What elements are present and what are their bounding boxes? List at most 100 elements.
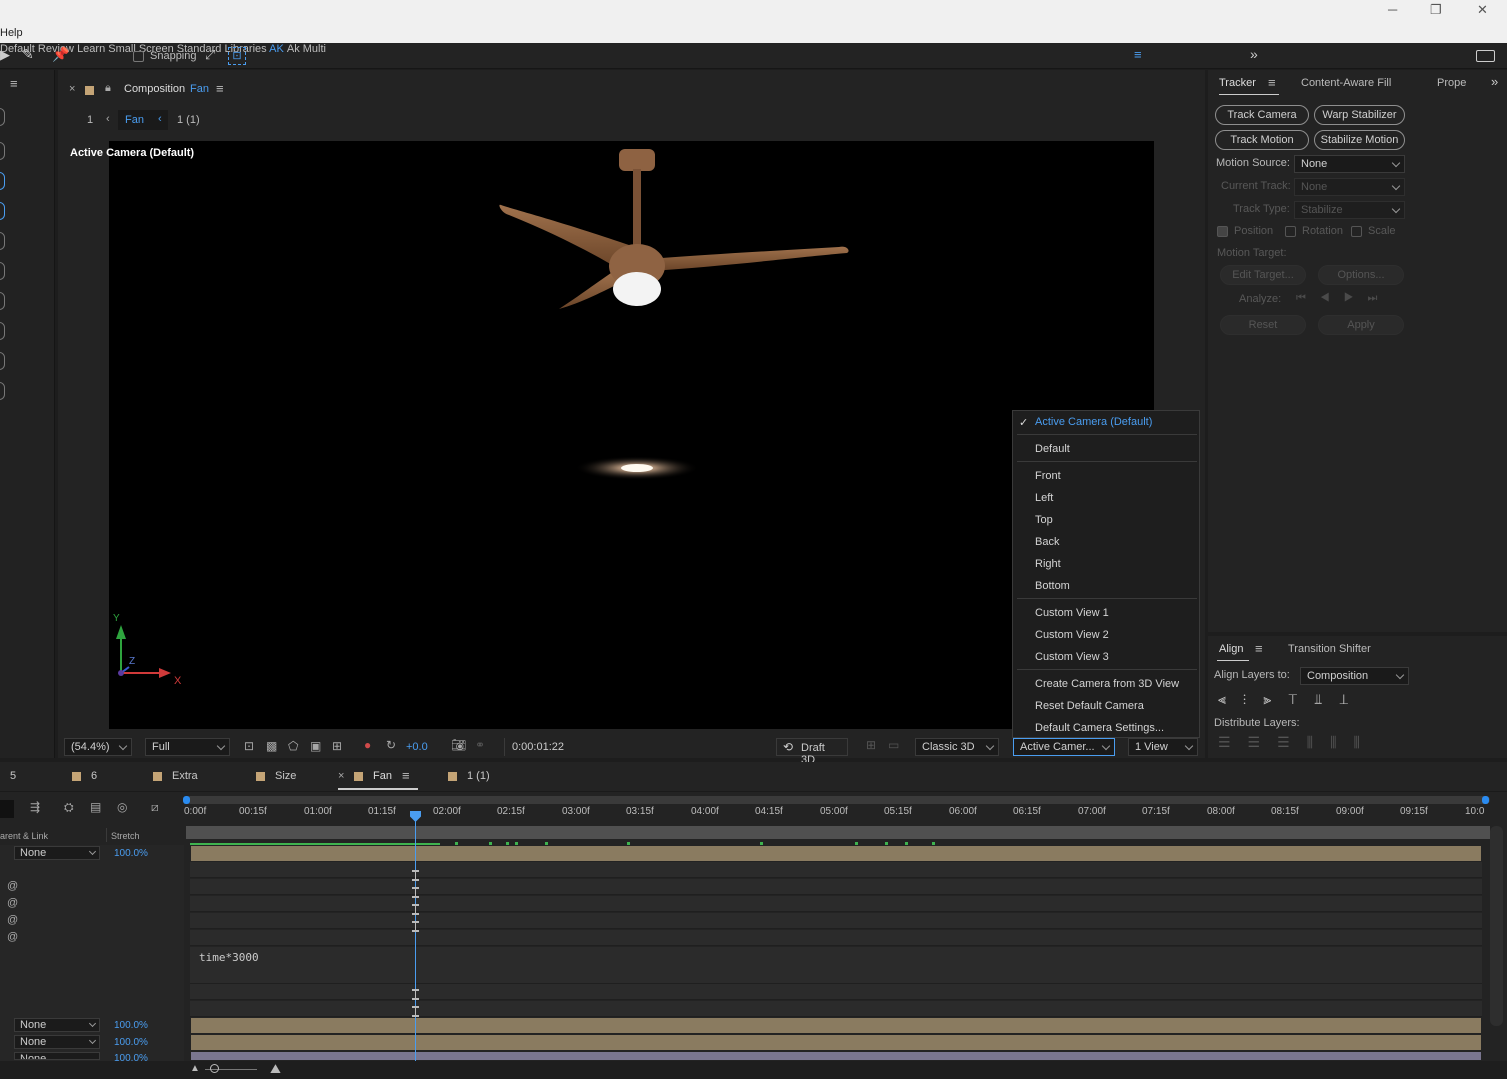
current-track-select[interactable]: None — [1294, 178, 1405, 196]
tracker-menu-icon[interactable]: ≡ — [1268, 75, 1276, 90]
close-panel-icon[interactable]: × — [69, 83, 75, 95]
parent-select[interactable]: None — [14, 1052, 100, 1060]
exposure-value[interactable]: +0.0 — [406, 741, 428, 753]
menu-reset-default-camera[interactable]: Reset Default Camera — [1035, 700, 1144, 712]
keyframe-marker[interactable] — [545, 842, 548, 845]
timeline-tab-size[interactable]: Size — [256, 770, 296, 782]
track-type-select[interactable]: Stabilize — [1294, 201, 1405, 219]
show-snapshot-icon[interactable]: ⚭ — [475, 738, 485, 752]
stretch-value[interactable]: 100.0% — [114, 1037, 148, 1048]
menu-front[interactable]: Front — [1035, 470, 1061, 482]
menu-active-camera[interactable]: Active Camera (Default) — [1035, 416, 1152, 428]
3d-view-select[interactable]: Active Camer... — [1013, 738, 1115, 756]
track-camera-button[interactable]: Track Camera — [1215, 105, 1309, 125]
breadcrumb-forward-icon[interactable]: ‹ — [158, 113, 162, 125]
current-time[interactable]: 0:00:01:22 — [504, 738, 576, 756]
zoom-slider-thumb[interactable] — [210, 1064, 219, 1073]
composition-viewer[interactable]: Y X Z — [109, 141, 1154, 729]
snap-edges-icon[interactable]: ⤢ — [205, 47, 215, 63]
layer-switch-icon[interactable] — [0, 262, 5, 280]
timeline-tab-1-1[interactable]: 1 (1) — [448, 770, 490, 782]
vertical-scrollbar[interactable] — [1490, 826, 1503, 1026]
menu-default-camera-settings[interactable]: Default Camera Settings... — [1035, 722, 1164, 734]
distribute-buttons-icon[interactable]: ☰☰☰⫼⫼⫼ — [1218, 734, 1377, 751]
menu-back[interactable]: Back — [1035, 536, 1059, 548]
keyframe-marker[interactable] — [855, 842, 858, 845]
zoom-select[interactable]: (54.4%) — [64, 738, 132, 756]
layer-switch-icon[interactable] — [0, 382, 5, 400]
more-workspaces-icon[interactable]: » — [1250, 46, 1258, 62]
timeline-tab-fan[interactable]: Fan — [354, 770, 392, 782]
snapshot-icon[interactable]: 📷︎ — [451, 738, 466, 752]
work-area-end-handle[interactable] — [1482, 796, 1489, 804]
play-tool-icon[interactable]: ▶ — [0, 47, 10, 63]
menu-left[interactable]: Left — [1035, 492, 1053, 504]
keyframe-marker[interactable] — [885, 842, 888, 845]
stopwatch-icon[interactable]: @ — [7, 897, 18, 909]
analyze-controls-icon[interactable]: ⏮◀▶⏭ — [1296, 292, 1391, 305]
layer-switch-icon[interactable] — [0, 172, 5, 190]
layer-switch-icon[interactable] — [0, 322, 5, 340]
expression-text[interactable]: time*3000 — [199, 951, 259, 964]
channel-icon[interactable]: ● — [364, 738, 371, 752]
grid-icon[interactable]: ⊞ — [332, 739, 342, 753]
keyframe-marker[interactable] — [515, 842, 518, 845]
menu-bottom[interactable]: Bottom — [1035, 580, 1070, 592]
extended-viewer-icon[interactable]: ▭ — [888, 738, 899, 752]
transparency-grid-icon[interactable]: ▩ — [266, 739, 277, 753]
work-area-start-handle[interactable] — [183, 796, 190, 804]
layer-switch-icon[interactable] — [0, 142, 5, 160]
tab-menu-icon[interactable]: ≡ — [402, 768, 410, 783]
motion-source-select[interactable]: None — [1294, 155, 1405, 173]
timeline-tab-extra[interactable]: Extra — [153, 770, 198, 782]
search-help-icon[interactable] — [1476, 50, 1495, 62]
mask-path-icon[interactable]: ⬠ — [288, 739, 298, 753]
panel-menu-icon[interactable]: ≡ — [10, 76, 18, 91]
layer-bar[interactable] — [191, 846, 1481, 861]
keyframe-marker[interactable] — [627, 842, 630, 845]
graph-editor-icon[interactable]: ⧄ — [151, 800, 159, 815]
region-of-interest-icon[interactable]: ⊡ — [244, 739, 254, 753]
workspace-ak[interactable]: AK — [269, 43, 284, 55]
pin-tool-icon[interactable]: 📌 — [52, 46, 69, 63]
layer-switch-icon[interactable] — [0, 108, 5, 126]
tab-transition-shifter[interactable]: Transition Shifter — [1288, 643, 1371, 655]
tab-align[interactable]: Align — [1219, 643, 1243, 655]
keyframe-marker[interactable] — [412, 904, 419, 915]
workspace-learn[interactable]: Learn — [77, 43, 105, 55]
minimize-button[interactable]: ─ — [1388, 2, 1397, 17]
track-motion-button[interactable]: Track Motion — [1215, 130, 1309, 150]
layer-bar[interactable] — [191, 1035, 1481, 1050]
tab-properties[interactable]: Prope — [1437, 77, 1466, 89]
renderer-select[interactable]: Classic 3D — [915, 738, 999, 756]
scale-checkbox[interactable] — [1351, 226, 1362, 237]
keyframe-marker[interactable] — [905, 842, 908, 845]
shy-layers-icon[interactable]: ⛭ — [64, 800, 74, 815]
align-menu-icon[interactable]: ≡ — [1255, 641, 1263, 656]
layer-bar[interactable] — [191, 1052, 1481, 1060]
keyframe-marker[interactable] — [412, 870, 419, 881]
align-to-select[interactable]: Composition — [1300, 667, 1409, 685]
edit-target-button[interactable]: Edit Target... — [1220, 265, 1306, 285]
timeline-tab-6[interactable]: 6 — [72, 770, 97, 782]
apply-button[interactable]: Apply — [1318, 315, 1404, 335]
stretch-value[interactable]: 100.0% — [114, 1053, 148, 1061]
layer-switch-icon[interactable] — [0, 232, 5, 250]
puppet-tool-icon[interactable]: ✎ — [22, 46, 34, 63]
tab-tracker[interactable]: Tracker — [1219, 77, 1256, 89]
close-window-button[interactable]: ✕ — [1477, 2, 1488, 18]
3d-ground-plane-icon[interactable]: ⊞ — [866, 738, 876, 752]
breadcrumb-other[interactable]: 1 (1) — [177, 114, 200, 126]
timeline-tab-5[interactable]: 5 — [10, 770, 16, 782]
snapping-checkbox[interactable] — [133, 51, 144, 62]
keyframe-marker[interactable] — [412, 921, 419, 932]
layer-bar[interactable] — [191, 1018, 1481, 1033]
keyframe-marker[interactable] — [455, 842, 458, 845]
layer-switch-icon[interactable] — [0, 352, 5, 370]
menu-custom-view-3[interactable]: Custom View 3 — [1035, 651, 1109, 663]
stabilize-motion-button[interactable]: Stabilize Motion — [1314, 130, 1405, 150]
motion-blur-icon[interactable]: ◎ — [117, 800, 127, 814]
position-checkbox[interactable] — [1217, 226, 1228, 237]
keyframe-marker[interactable] — [412, 989, 419, 1000]
parent-select[interactable]: None — [14, 1035, 100, 1049]
